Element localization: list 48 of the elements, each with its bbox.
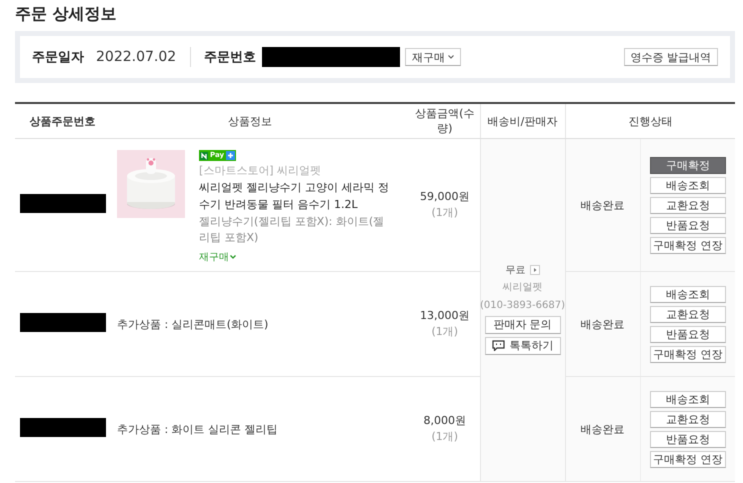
action-button[interactable]: 교환요청 <box>650 196 726 214</box>
delivery-status: 배송완료 <box>580 318 624 330</box>
caret-icon <box>230 255 236 259</box>
field-label: 주문일자 <box>32 49 84 66</box>
action-button[interactable]: 구매확정 연장 <box>650 450 726 468</box>
plus-icon <box>226 151 236 160</box>
action-button[interactable]: 구매확정 연장 <box>650 236 726 254</box>
price: 13,000원 <box>419 308 470 324</box>
action-button[interactable]: 구매확정 연장 <box>650 346 726 362</box>
reorder-button[interactable]: 재구매 <box>405 48 462 66</box>
price: 8,000원 <box>422 413 467 429</box>
n-logo-icon <box>200 152 208 160</box>
addon-product-name: 추가상품 : 화이트 실리콘 젤리팁 <box>116 422 279 436</box>
action-button[interactable]: 배송조회 <box>650 390 726 408</box>
play-icon <box>530 264 540 274</box>
reorder-link[interactable]: 재구매 <box>199 250 236 264</box>
seller-name: 씨리얼펫 <box>502 280 542 294</box>
product-option: 젤리냥수기(젤리팁 포함X): 화이트(젤리팁 포함X) <box>199 214 389 246</box>
order-date: 2022.07.02 <box>96 49 176 65</box>
action-button[interactable]: 교환요청 <box>650 306 726 322</box>
store-name: [스마트스토어] 씨리얼펫 <box>199 163 322 178</box>
talk-button[interactable]: 톡톡하기 <box>484 336 560 354</box>
action-button[interactable]: 반품요청 <box>650 430 726 448</box>
chat-icon <box>492 340 504 351</box>
action-button[interactable]: 반품요청 <box>650 326 726 342</box>
page-title: 주문 상세정보 <box>15 3 118 25</box>
action-button[interactable]: 교환요청 <box>650 410 726 428</box>
addon-product-name: 추가상품 : 실리콘매트(화이트) <box>116 316 270 332</box>
caret-icon <box>448 55 454 59</box>
quantity: (1개) <box>430 324 460 340</box>
shipping-fee: 무료 <box>506 264 526 276</box>
delivery-status: 배송완료 <box>580 198 624 212</box>
quantity: (1개) <box>430 429 460 445</box>
delivery-status: 배송완료 <box>580 422 624 436</box>
receipt-button[interactable]: 영수증 발급내역 <box>624 48 718 66</box>
product-name[interactable]: 씨리얼펫 젤리냥수기 고양이 세라믹 정수기 반려동물 필터 음수기 1.2L <box>199 179 389 213</box>
column-header: 상품금액(수량) <box>390 103 480 138</box>
seller-inquiry-button[interactable]: 판매자 문의 <box>484 316 560 334</box>
action-button[interactable]: 배송조회 <box>650 286 726 302</box>
action-button[interactable]: 배송조회 <box>650 176 726 194</box>
column-header: 상품주문번호 <box>15 103 110 138</box>
field-label: 주문번호 <box>204 49 256 66</box>
confirm-purchase-button[interactable]: 구매확정 <box>650 156 726 174</box>
action-button[interactable]: 반품요청 <box>650 216 726 234</box>
seller-phone: (010-3893-6687) <box>480 298 566 312</box>
column-header: 상품정보 <box>110 103 390 138</box>
price: 59,000원 <box>419 189 470 205</box>
quantity: (1개) <box>430 205 460 221</box>
